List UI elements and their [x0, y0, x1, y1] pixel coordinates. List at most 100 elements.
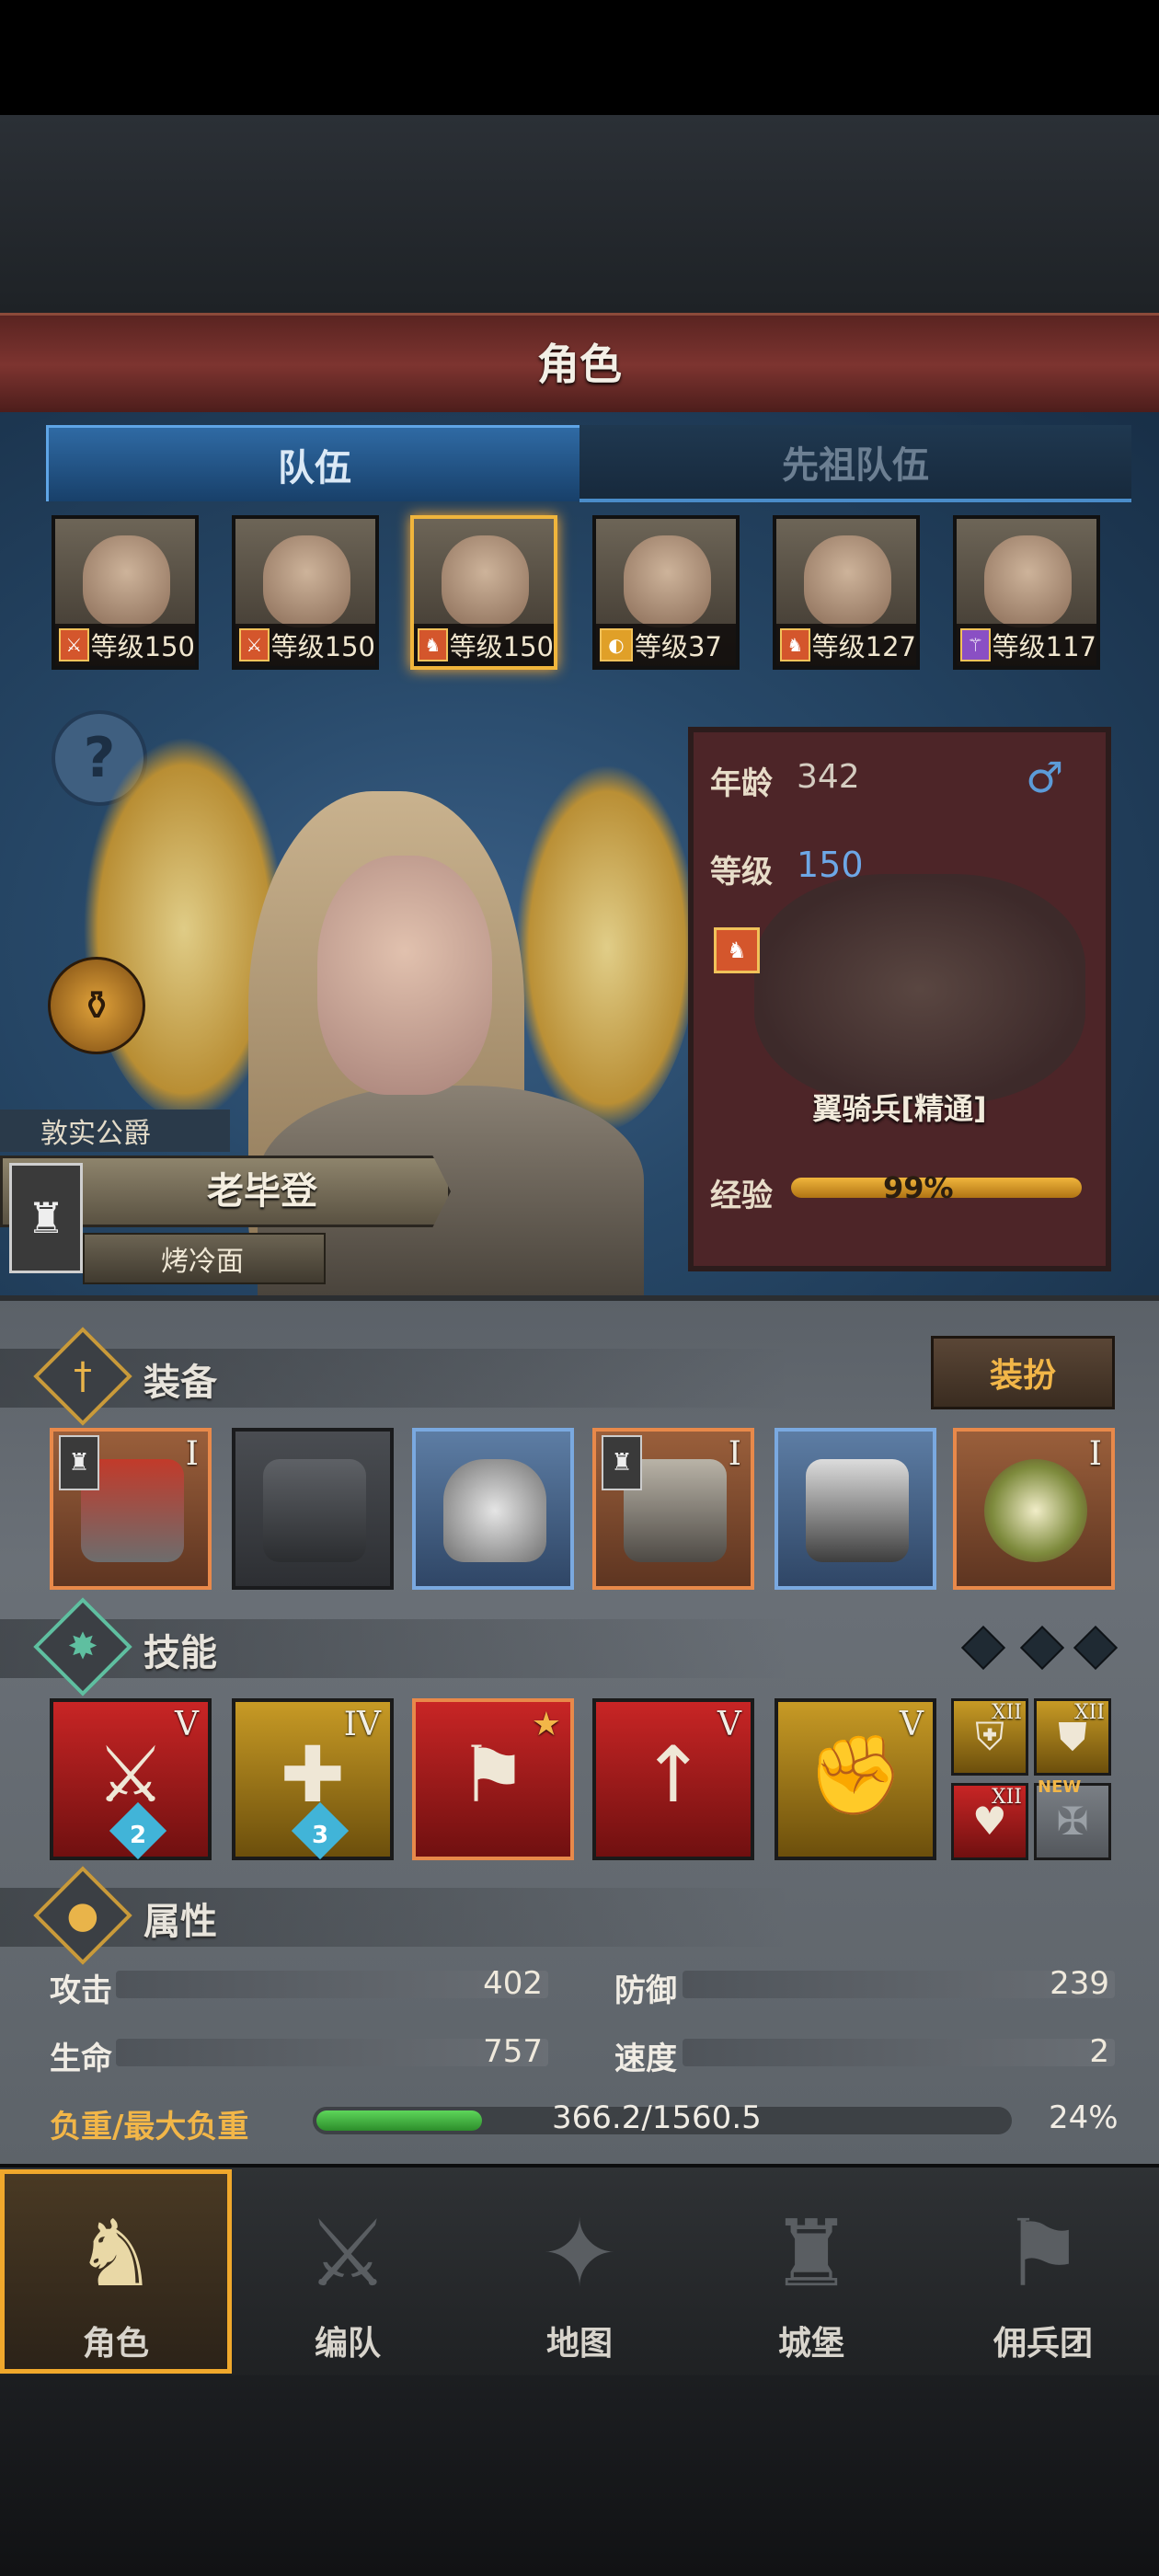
load-label: 负重/最大负重 — [50, 2109, 249, 2145]
mini-skill-slot[interactable]: ♥ XII — [951, 1783, 1028, 1860]
rank-label: V — [717, 1706, 741, 1743]
rank-label: I — [728, 1435, 741, 1473]
hero-portrait — [317, 856, 492, 1095]
dress-up-button[interactable]: 装扮 — [931, 1336, 1115, 1409]
male-icon: ♂ — [1026, 753, 1064, 802]
mini-skill-slot[interactable]: ⛊ XII — [1034, 1698, 1111, 1776]
speed-value: 2 — [1089, 2033, 1109, 2070]
roster-level: 等级117 — [992, 631, 1096, 662]
top-backdrop — [0, 115, 1159, 313]
roster-portrait[interactable]: ⚚ 等级117 — [953, 515, 1100, 670]
status-bar-area — [0, 0, 1159, 115]
exp-value: 99% — [883, 1170, 954, 1205]
equipment-slot-weapon[interactable]: ♜ I — [50, 1428, 212, 1590]
roster-portrait[interactable]: ◐ 等级37 — [592, 515, 740, 670]
defense-label: 防御 — [614, 1972, 677, 2009]
roster-portrait[interactable]: ♞ 等级127 — [773, 515, 920, 670]
skill-slot[interactable]: ⚔ V 2 — [50, 1698, 212, 1860]
rank-label: XII — [1073, 1701, 1105, 1724]
rank-label: I — [185, 1435, 199, 1473]
tab-ancestor-team[interactable]: 先祖队伍 — [580, 425, 1131, 502]
speed-label: 速度 — [614, 2041, 677, 2077]
rank-label: V — [900, 1706, 924, 1743]
equipment-slot-helmet[interactable] — [412, 1428, 574, 1590]
roster-level: 等级127 — [811, 631, 916, 662]
bottom-area — [0, 2375, 1159, 2576]
roster-level: 等级150 — [90, 631, 195, 662]
roster-portrait[interactable]: ⚔ 等级150 — [52, 515, 199, 670]
age-label: 年龄 — [710, 765, 773, 802]
rank-label: V — [175, 1706, 199, 1743]
knight-icon: ♞ — [75, 2200, 157, 2307]
load-bar-fill — [316, 2110, 482, 2131]
helmet-icon — [443, 1459, 546, 1562]
unit-name: 翼骑兵[精通] — [812, 1091, 987, 1126]
person-icon: ● — [66, 1894, 99, 1937]
attack-label: 攻击 — [50, 1972, 112, 2009]
portrait-face — [984, 535, 1072, 627]
age-value: 342 — [797, 758, 860, 796]
horse-icon: ♞ — [714, 927, 760, 973]
defense-value: 239 — [1050, 1965, 1109, 2002]
exp-label: 经验 — [710, 1178, 773, 1214]
nav-map[interactable]: ✦ 地图 — [464, 2169, 695, 2374]
unit-artwork — [754, 874, 1085, 1104]
star-burst-icon: ✸ — [67, 1626, 98, 1668]
equipment-slot-armor[interactable]: ♜ I — [592, 1428, 754, 1590]
skill-slot[interactable]: ✚ IV 3 — [232, 1698, 394, 1860]
roster-portrait-selected[interactable]: ♞ 等级150 — [410, 515, 557, 670]
banner-icon — [263, 1459, 366, 1562]
hero-name[interactable]: 老毕登 — [110, 1161, 414, 1214]
hero-subtitle: 烤冷面 — [161, 1246, 244, 1278]
page-title: 角色 — [537, 339, 622, 389]
potion-icon[interactable]: ⚱ — [48, 957, 145, 1054]
load-percent: 24% — [1049, 2099, 1119, 2136]
nav-castle[interactable]: ♜ 城堡 — [695, 2169, 927, 2374]
portrait-face — [83, 535, 170, 627]
portrait-face — [442, 535, 529, 627]
horse-icon: ♞ — [780, 628, 810, 661]
nav-formation[interactable]: ⚔ 编队 — [232, 2169, 464, 2374]
nav-character[interactable]: ♞ 角色 — [0, 2169, 232, 2374]
rank-label: IV — [343, 1706, 381, 1743]
skill-slot[interactable]: ✊ V — [775, 1698, 936, 1860]
hp-value: 757 — [483, 2033, 543, 2070]
skill-slot[interactable]: ⚑ ★ — [412, 1698, 574, 1860]
attributes-title: 属性 — [143, 1901, 217, 1943]
roster-level: 等级150 — [270, 631, 375, 662]
equipment-slot-accessory[interactable]: I — [953, 1428, 1115, 1590]
roster-level: 等级37 — [635, 631, 722, 662]
staff-icon: ⚚ — [960, 628, 991, 661]
roster-level: 等级150 — [449, 631, 554, 662]
compass-icon: ✦ — [541, 2200, 618, 2307]
castle-icon: ♜ — [59, 1435, 99, 1490]
skills-title: 技能 — [143, 1632, 217, 1674]
castle-icon: ♜ — [602, 1435, 642, 1490]
nav-label: 地图 — [545, 2325, 613, 2363]
boots-icon — [806, 1459, 909, 1562]
new-tag: NEW — [1038, 1777, 1082, 1797]
rank-label: XII — [991, 1701, 1022, 1724]
nav-label: 城堡 — [777, 2325, 844, 2363]
rank-label: XII — [991, 1786, 1022, 1809]
shield-icon: ◐ — [600, 628, 633, 661]
cross-icon: ✠ — [1056, 1799, 1089, 1844]
load-value: 366.2/1560.5 — [552, 2099, 762, 2136]
mini-skill-slot[interactable]: ⛨ XII — [951, 1698, 1028, 1776]
nav-label: 佣兵团 — [993, 2325, 1093, 2363]
nav-label: 角色 — [82, 2325, 149, 2363]
attack-value: 402 — [483, 1965, 543, 2002]
roster-portrait[interactable]: ⚔ 等级150 — [232, 515, 379, 670]
hp-label: 生命 — [50, 2041, 112, 2077]
badge-number: 3 — [311, 1822, 329, 1849]
sword-icon: ⚔ — [59, 628, 89, 661]
formation-icon: ⚔ — [306, 2200, 389, 2307]
mercenary-icon: ⚑ — [1002, 2200, 1084, 2307]
skill-slot[interactable]: ↑ V — [592, 1698, 754, 1860]
equipment-slot-banner[interactable] — [232, 1428, 394, 1590]
nav-mercenary[interactable]: ⚑ 佣兵团 — [927, 2169, 1159, 2374]
tab-team[interactable]: 队伍 — [46, 425, 583, 501]
sword-icon: ⚔ — [239, 628, 270, 661]
horse-icon: ♞ — [418, 628, 448, 661]
equipment-slot-boots[interactable] — [775, 1428, 936, 1590]
